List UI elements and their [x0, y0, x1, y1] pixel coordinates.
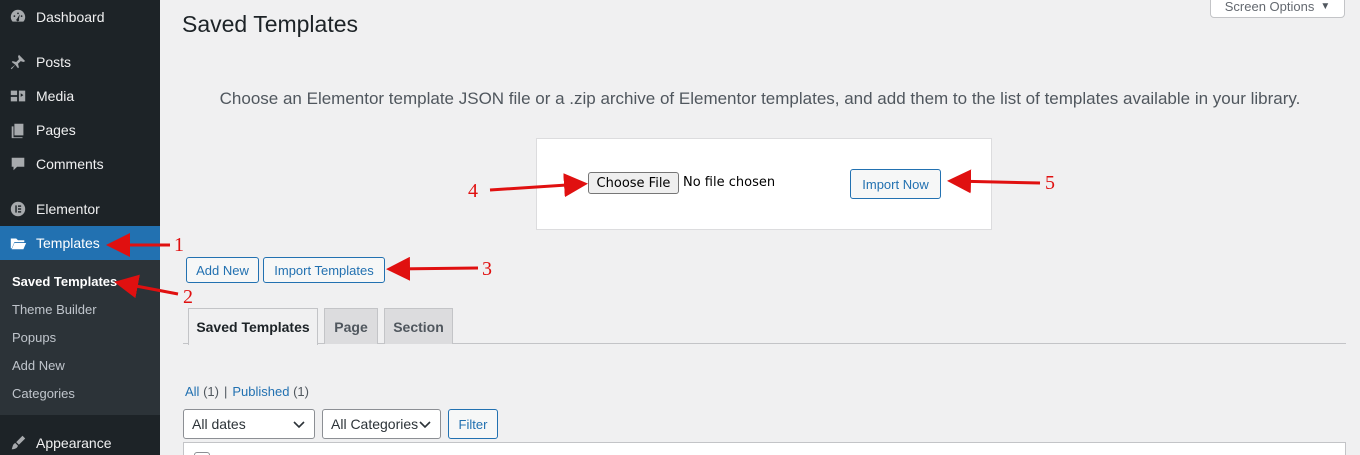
- sidebar-item-appearance[interactable]: Appearance: [0, 426, 160, 455]
- admin-sidebar: Dashboard Posts Media Pages Comments Ele…: [0, 0, 160, 455]
- annotation-number-1: 1: [174, 234, 184, 256]
- dates-select[interactable]: All dates: [183, 409, 315, 439]
- submenu-item-saved-templates[interactable]: Saved Templates: [12, 274, 117, 289]
- pin-icon: [0, 53, 36, 71]
- sidebar-item-posts[interactable]: Posts: [0, 45, 160, 79]
- sidebar-item-media[interactable]: Media: [0, 79, 160, 113]
- tab-saved-templates[interactable]: Saved Templates: [188, 308, 318, 345]
- submenu-item-categories[interactable]: Categories: [12, 386, 75, 401]
- sidebar-item-label: Appearance: [36, 435, 112, 451]
- view-filters: All (1) | Published (1): [185, 384, 309, 399]
- media-icon: [0, 87, 36, 105]
- add-new-button[interactable]: Add New: [186, 257, 259, 283]
- sidebar-item-label: Comments: [36, 156, 104, 172]
- elementor-icon: [0, 200, 36, 218]
- screen-options-label: Screen Options: [1224, 0, 1315, 14]
- tab-section[interactable]: Section: [384, 308, 453, 344]
- screen-options-button[interactable]: Screen Options ▼: [1210, 0, 1345, 18]
- sidebar-item-label: Posts: [36, 54, 72, 70]
- tab-page[interactable]: Page: [324, 308, 378, 344]
- dashboard-icon: [0, 8, 36, 26]
- sidebar-item-label: Elementor: [36, 201, 100, 217]
- sidebar-item-dashboard[interactable]: Dashboard: [0, 0, 160, 34]
- view-all-link[interactable]: All: [185, 384, 199, 399]
- folder-icon: [0, 234, 36, 252]
- categories-select-value: All Categories: [331, 416, 419, 432]
- sidebar-item-comments[interactable]: Comments: [0, 147, 160, 181]
- sidebar-item-pages[interactable]: Pages: [0, 113, 160, 147]
- view-published-count: (1): [293, 384, 309, 399]
- templates-table: [183, 442, 1346, 455]
- import-now-button[interactable]: Import Now: [850, 169, 941, 199]
- sidebar-item-label: Templates: [36, 235, 100, 251]
- pages-icon: [0, 121, 36, 139]
- chevron-down-icon: [419, 421, 431, 429]
- annotation-number-3: 3: [482, 258, 492, 280]
- annotation-number-5: 5: [1045, 172, 1055, 194]
- submenu-item-popups[interactable]: Popups: [12, 330, 56, 345]
- annotation-number-2: 2: [183, 286, 193, 308]
- view-all-count: (1): [203, 384, 219, 399]
- brush-icon: [0, 434, 36, 452]
- submenu-item-theme-builder[interactable]: Theme Builder: [12, 302, 97, 317]
- import-templates-button[interactable]: Import Templates: [263, 257, 385, 283]
- choose-file-button[interactable]: Choose File: [588, 172, 679, 194]
- sidebar-item-templates[interactable]: Templates: [0, 226, 160, 260]
- annotation-number-4: 4: [468, 180, 478, 202]
- sidebar-item-elementor[interactable]: Elementor: [0, 192, 160, 226]
- filter-button[interactable]: Filter: [448, 409, 498, 439]
- categories-select[interactable]: All Categories: [322, 409, 441, 439]
- comments-icon: [0, 155, 36, 173]
- caret-down-icon: ▼: [1320, 0, 1331, 12]
- sidebar-item-label: Media: [36, 88, 75, 104]
- view-published-link[interactable]: Published: [232, 384, 289, 399]
- sidebar-item-label: Pages: [36, 122, 76, 138]
- view-separator: |: [223, 384, 228, 399]
- templates-submenu: Saved Templates Theme Builder Popups Add…: [0, 260, 160, 415]
- sidebar-item-label: Dashboard: [36, 9, 105, 25]
- page-title: Saved Templates: [182, 11, 359, 37]
- chevron-down-icon: [293, 421, 305, 429]
- submenu-item-add-new[interactable]: Add New: [12, 358, 65, 373]
- import-instructions: Choose an Elementor template JSON file o…: [219, 89, 1301, 108]
- annotation-arrow-3: [386, 256, 479, 281]
- file-status-text: No file chosen: [683, 175, 776, 190]
- dates-select-value: All dates: [192, 416, 246, 432]
